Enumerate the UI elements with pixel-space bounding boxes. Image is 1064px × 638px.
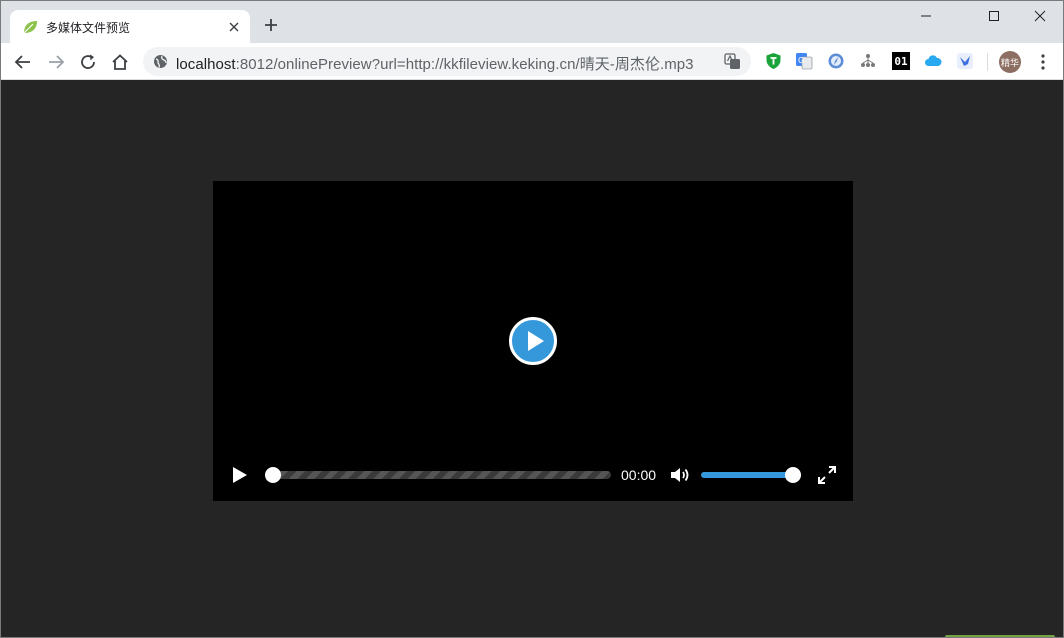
tab-close-icon[interactable]: [226, 19, 242, 35]
play-icon[interactable]: [229, 465, 249, 485]
toolbar-divider: [987, 53, 988, 71]
profile-avatar[interactable]: 精华: [999, 51, 1021, 73]
minimize-icon: [921, 15, 931, 17]
new-tab-button[interactable]: [259, 13, 283, 37]
menu-button[interactable]: [1033, 51, 1053, 73]
minimize-button[interactable]: [903, 1, 949, 31]
plus-icon: [265, 19, 277, 31]
volume-slider[interactable]: [701, 467, 801, 483]
url-path: :8012/onlinePreview?url=http://kkfilevie…: [235, 56, 694, 73]
reload-icon: [81, 54, 95, 69]
google-translate-icon[interactable]: G: [795, 52, 813, 70]
volume-thumb[interactable]: [785, 467, 801, 483]
kebab-menu-icon: [1041, 54, 1045, 70]
leaf-icon: [23, 21, 37, 34]
binary-extension-text: 01: [894, 54, 908, 68]
page-content: 00:00: [1, 81, 1063, 637]
big-play-button[interactable]: [509, 317, 557, 365]
fullscreen-icon[interactable]: [817, 465, 837, 485]
tab-active[interactable]: 多媒体文件预览: [10, 10, 250, 43]
reload-button[interactable]: [74, 48, 102, 76]
arrow-left-icon: [14, 55, 30, 69]
bird-extension-icon[interactable]: [956, 52, 974, 70]
url-text[interactable]: localhost:8012/onlinePreview?url=http://…: [176, 53, 694, 74]
close-icon: [1034, 10, 1046, 22]
network-icon[interactable]: [859, 52, 877, 70]
tab-title: 多媒体文件预览: [46, 21, 131, 35]
url-host: localhost: [176, 56, 236, 73]
current-time: 00:00: [621, 467, 657, 483]
maximize-button[interactable]: [971, 1, 1017, 31]
maximize-icon: [989, 11, 999, 21]
binary-extension-icon[interactable]: 01: [892, 52, 910, 70]
player-controls: 00:00: [213, 459, 853, 491]
tab-strip: 多媒体文件预览: [1, 1, 1063, 43]
arrow-right-icon: [49, 55, 65, 69]
media-player[interactable]: 00:00: [213, 181, 853, 501]
home-icon: [112, 54, 128, 70]
progress-thumb[interactable]: [265, 467, 281, 483]
globe-icon[interactable]: [153, 54, 168, 69]
home-button[interactable]: [106, 48, 134, 76]
compass-icon[interactable]: [827, 52, 845, 70]
forward-button[interactable]: [42, 48, 70, 76]
translate-icon[interactable]: [724, 53, 741, 70]
close-window-button[interactable]: [1017, 1, 1063, 31]
shield-icon[interactable]: [764, 52, 782, 70]
back-button[interactable]: [9, 48, 37, 76]
browser-window: 多媒体文件预览 localhost:8012/onlinePreview?url…: [0, 0, 1064, 638]
cloud-icon[interactable]: [924, 52, 942, 70]
progress-bar[interactable]: [265, 467, 611, 483]
address-bar[interactable]: localhost:8012/onlinePreview?url=http://…: [143, 47, 751, 76]
browser-toolbar: localhost:8012/onlinePreview?url=http://…: [1, 43, 1063, 80]
volume-icon[interactable]: [669, 465, 691, 485]
svg-text:G: G: [798, 56, 804, 65]
